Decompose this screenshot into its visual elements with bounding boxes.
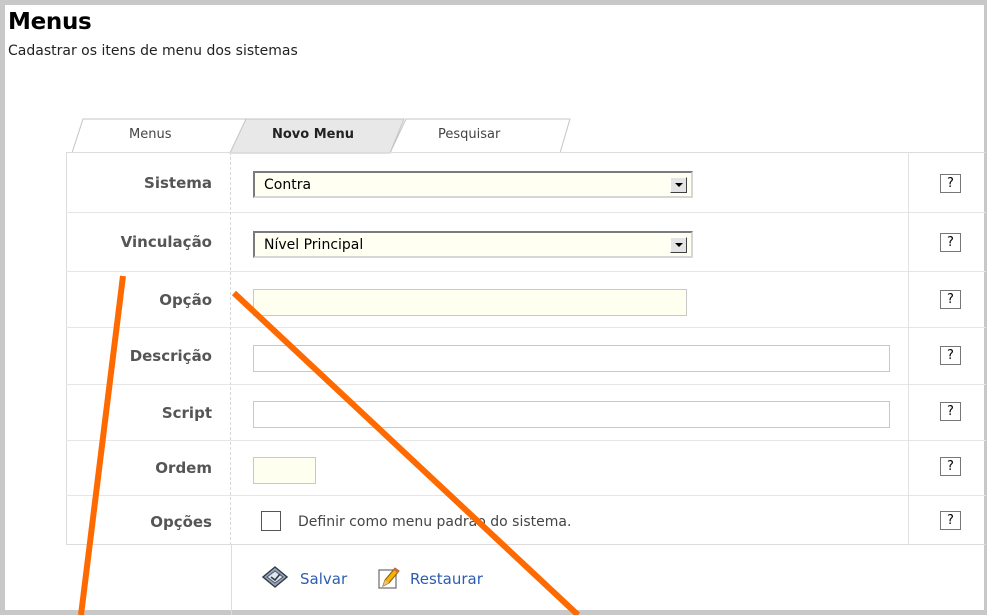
vinculacao-label: Vinculação [120,233,212,251]
page-subtitle: Cadastrar os itens de menu dos sistemas [8,43,298,59]
vinculacao-select[interactable]: Nível Principal [253,231,693,258]
save-button[interactable]: Salvar [300,570,347,588]
descricao-label: Descrição [129,347,212,365]
row-divider [66,384,986,385]
save-icon[interactable] [262,566,288,588]
window-frame-top [0,0,987,5]
script-input[interactable] [253,401,890,428]
row-divider [66,271,986,272]
window-frame-left [0,0,5,615]
sistema-help-button[interactable]: ? [940,174,961,193]
row-divider [66,212,986,213]
label-column-divider [230,152,231,545]
descricao-help-button[interactable]: ? [940,346,961,365]
tab-menus[interactable]: Menus [129,127,171,142]
sistema-selected-value: Contra [264,177,312,193]
opcoes-label: Opções [150,513,212,531]
vinculacao-selected-value: Nível Principal [264,237,364,253]
restore-button[interactable]: Restaurar [410,570,483,588]
tab-pesquisar[interactable]: Pesquisar [438,127,500,142]
vinculacao-help-button[interactable]: ? [940,233,961,252]
menu-padrao-checkbox-label: Definir como menu padrão do sistema. [298,514,572,530]
page-title: Menus [8,9,92,35]
sistema-label: Sistema [144,174,212,192]
help-column-divider [908,152,909,545]
opcao-input[interactable] [253,289,687,316]
opcao-label: Opção [159,291,212,309]
descricao-input[interactable] [253,345,890,372]
row-divider [66,495,986,496]
row-divider [66,327,986,328]
ordem-input[interactable] [253,457,316,484]
chevron-down-icon[interactable] [670,237,687,253]
restore-icon[interactable] [376,566,402,590]
sistema-select[interactable]: Contra [253,171,693,198]
chevron-down-icon[interactable] [670,177,687,193]
ordem-label: Ordem [155,459,212,477]
row-divider [66,440,986,441]
ordem-help-button[interactable]: ? [940,457,961,476]
script-help-button[interactable]: ? [940,402,961,421]
opcao-help-button[interactable]: ? [940,290,961,309]
opcoes-help-button[interactable]: ? [940,511,961,530]
script-label: Script [161,404,212,422]
tab-novo-menu[interactable]: Novo Menu [272,127,354,142]
menu-padrao-checkbox[interactable] [261,511,281,531]
